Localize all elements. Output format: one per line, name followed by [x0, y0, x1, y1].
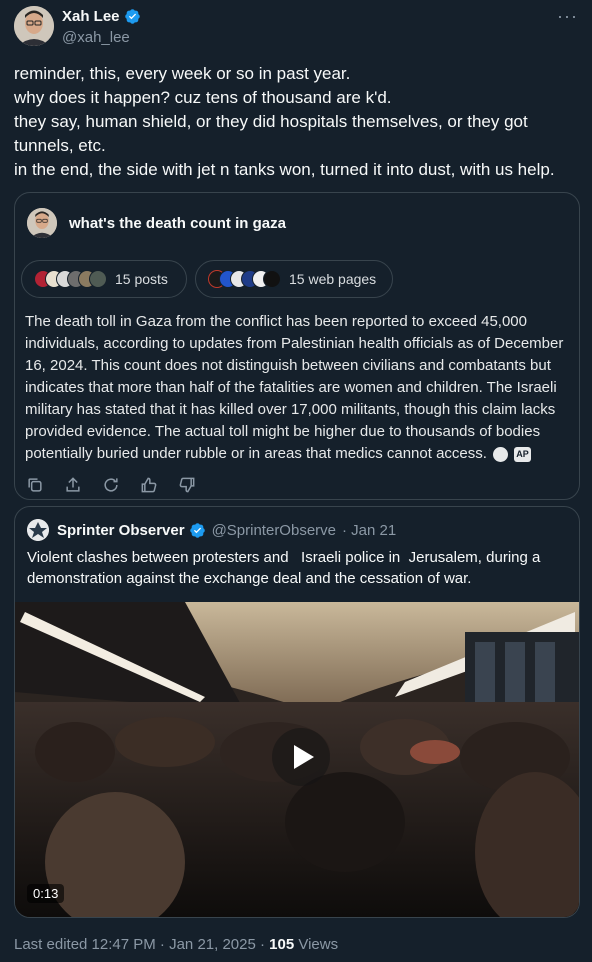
posts-sources-pill[interactable]: 15 posts: [21, 260, 187, 298]
web-pages-count: 15 web pages: [289, 271, 377, 287]
quoted-tweet[interactable]: Sprinter Observer @SprinterObserve · Jan…: [14, 506, 580, 918]
thumbs-up-icon[interactable]: [139, 475, 159, 495]
quoted-handle[interactable]: @SprinterObserve: [212, 522, 336, 539]
play-button[interactable]: [272, 728, 330, 786]
copy-icon[interactable]: [25, 475, 45, 495]
grok-actions: [25, 475, 197, 495]
grok-answer-text: The death toll in Gaza from the conflict…: [25, 311, 571, 465]
source-badge-icon[interactable]: [493, 446, 509, 462]
views-count: 105: [269, 936, 295, 953]
posts-count: 15 posts: [115, 271, 168, 287]
quoted-line: demonstration against the exchange deal …: [27, 570, 472, 587]
thumbs-down-icon[interactable]: [177, 475, 197, 495]
web-favicons-stack: [208, 270, 281, 288]
quoted-date[interactable]: · Jan 21: [342, 522, 396, 539]
avatar[interactable]: [14, 6, 54, 46]
quoted-text: Violent clashes between protesters and I…: [27, 547, 567, 589]
quoted-header: Sprinter Observer @SprinterObserve · Jan…: [27, 519, 396, 541]
tweet-footer: Last edited 12:47 PM · Jan 21, 2025 · 10…: [14, 936, 338, 953]
grok-question: what's the death count in gaza: [69, 214, 286, 232]
grok-question-row: what's the death count in gaza: [27, 208, 286, 238]
tweet-line: in the end, the side with jet n tanks wo…: [14, 160, 555, 179]
verified-badge-icon: [124, 9, 140, 24]
views-label: Views: [294, 936, 339, 953]
video-duration: 0:13: [27, 884, 65, 903]
grok-answer-card[interactable]: what's the death count in gaza 15 posts …: [14, 192, 580, 500]
tweet-header: Xah Lee @xah_lee ···: [14, 6, 580, 52]
verified-badge-icon: [189, 522, 205, 538]
author-name-row[interactable]: Xah Lee: [62, 8, 141, 25]
regenerate-icon[interactable]: [101, 475, 121, 495]
post-avatars-stack: [34, 270, 107, 288]
author-name[interactable]: Xah Lee: [62, 8, 120, 25]
web-sources-pill[interactable]: 15 web pages: [195, 260, 393, 298]
answer-body: The death toll in Gaza from the conflict…: [25, 313, 564, 462]
quoted-author-name[interactable]: Sprinter Observer: [57, 522, 185, 539]
tweet-line: why does it happen? cuz tens of thousand…: [14, 88, 392, 107]
question-avatar: [27, 208, 57, 238]
ap-source-badge[interactable]: AP: [514, 446, 531, 462]
share-icon[interactable]: [63, 475, 83, 495]
tweet-text: reminder, this, every week or so in past…: [14, 62, 580, 182]
video-player[interactable]: 0:13: [15, 602, 579, 917]
author-handle[interactable]: @xah_lee: [62, 29, 130, 46]
edited-timestamp[interactable]: Last edited 12:47 PM · Jan 21, 2025 ·: [14, 936, 269, 953]
play-icon: [294, 745, 314, 769]
more-options-icon[interactable]: ···: [557, 6, 578, 27]
tweet-line: tunnels, etc.: [14, 136, 106, 155]
quoted-line: Violent clashes between protesters and I…: [27, 549, 541, 566]
tweet-line: they say, human shield, or they did hosp…: [14, 112, 528, 131]
quoted-avatar[interactable]: [27, 519, 49, 541]
tweet-line: reminder, this, every week or so in past…: [14, 64, 351, 83]
